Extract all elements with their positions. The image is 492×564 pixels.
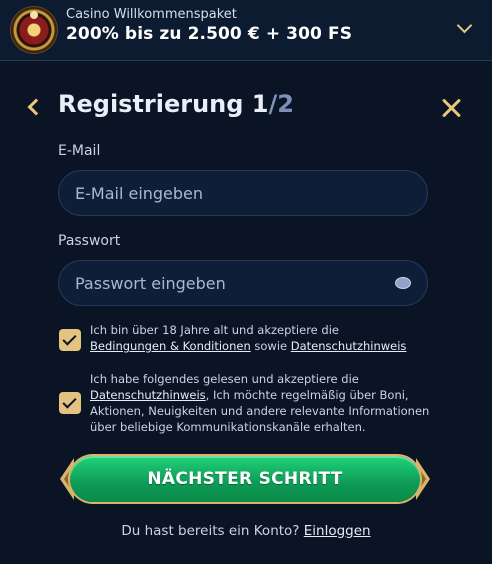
- password-label: Passwort: [58, 233, 121, 249]
- privacy-link[interactable]: Datenschutzhinweis: [291, 339, 407, 353]
- privacy-link-2[interactable]: Datenschutzhinweis: [90, 388, 206, 402]
- terms-checkbox[interactable]: [59, 329, 81, 351]
- password-field[interactable]: Passwort eingeben: [58, 260, 428, 306]
- promo-banner[interactable]: Casino Willkommenspaket 200% bis zu 2.50…: [0, 0, 492, 61]
- terms-text: Ich bin über 18 Jahre alt und akzeptiere…: [90, 323, 339, 337]
- chevron-down-icon: [456, 17, 472, 34]
- promo-expand-button[interactable]: [450, 14, 478, 42]
- marketing-consent-text: Ich habe folgendes gelesen und akzeptier…: [90, 371, 430, 435]
- terms-link[interactable]: Bedingungen & Konditionen: [90, 339, 251, 353]
- terms-text-and: sowie: [250, 339, 291, 353]
- eye-icon[interactable]: [395, 277, 411, 289]
- have-account-text: Du hast bereits ein Konto?: [121, 523, 304, 539]
- back-button[interactable]: [24, 92, 46, 122]
- close-button[interactable]: [440, 96, 464, 120]
- next-step-button-frame: NÄCHSTER SCHRITT: [60, 452, 430, 506]
- roulette-wheel-icon: [11, 7, 57, 53]
- email-placeholder: E-Mail eingeben: [75, 183, 204, 203]
- chevron-left-icon: [27, 98, 45, 116]
- promo-subtitle: Casino Willkommenspaket: [66, 7, 237, 22]
- email-field[interactable]: E-Mail eingeben: [58, 170, 428, 216]
- title-total-steps: 2: [277, 90, 294, 118]
- promo-title: 200% bis zu 2.500 € + 300 FS: [66, 24, 353, 44]
- login-prompt: Du hast bereits ein Konto? Einloggen: [0, 523, 492, 539]
- terms-consent-text: Ich bin über 18 Jahre alt und akzeptiere…: [90, 322, 430, 354]
- email-label: E-Mail: [58, 143, 101, 159]
- title-step: Registrierung 1: [58, 90, 269, 118]
- next-step-button[interactable]: NÄCHSTER SCHRITT: [70, 456, 420, 502]
- login-link[interactable]: Einloggen: [304, 523, 371, 539]
- page-title: Registrierung 1/2: [58, 90, 294, 118]
- password-placeholder: Passwort eingeben: [75, 273, 226, 293]
- title-separator: /: [268, 90, 278, 118]
- marketing-checkbox[interactable]: [59, 392, 81, 414]
- marketing-text: Ich habe folgendes gelesen und akzeptier…: [90, 372, 359, 386]
